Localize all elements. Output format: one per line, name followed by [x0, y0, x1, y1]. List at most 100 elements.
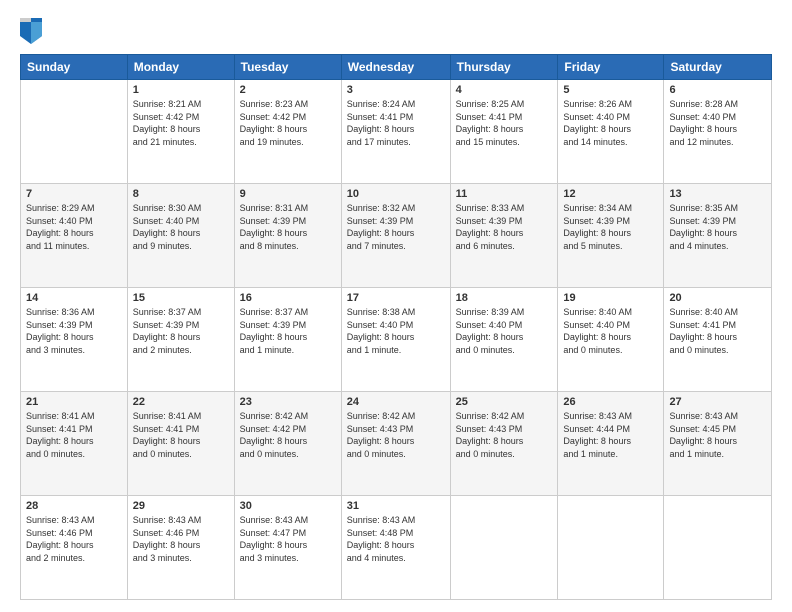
day-info-line: Sunset: 4:39 PM — [456, 215, 553, 228]
day-info-line: Sunrise: 8:31 AM — [240, 202, 336, 215]
day-header-wednesday: Wednesday — [341, 55, 450, 80]
day-number: 18 — [456, 292, 553, 304]
day-info-line: and 1 minute. — [240, 344, 336, 357]
day-number: 2 — [240, 84, 336, 96]
day-info-line: Sunrise: 8:42 AM — [456, 410, 553, 423]
day-number: 22 — [133, 396, 229, 408]
calendar-cell: 24Sunrise: 8:42 AMSunset: 4:43 PMDayligh… — [341, 392, 450, 496]
day-number: 23 — [240, 396, 336, 408]
day-info-line: Sunset: 4:43 PM — [456, 423, 553, 436]
day-info-line: Sunset: 4:41 PM — [456, 111, 553, 124]
day-number: 8 — [133, 188, 229, 200]
calendar-cell: 15Sunrise: 8:37 AMSunset: 4:39 PMDayligh… — [127, 288, 234, 392]
day-info-line: and 7 minutes. — [347, 240, 445, 253]
calendar-table: SundayMondayTuesdayWednesdayThursdayFrid… — [20, 54, 772, 600]
day-info-line: Sunset: 4:41 PM — [133, 423, 229, 436]
day-info-line: and 14 minutes. — [563, 136, 658, 149]
day-info-line: Sunrise: 8:28 AM — [669, 98, 766, 111]
day-number: 30 — [240, 500, 336, 512]
day-info-line: Sunrise: 8:39 AM — [456, 306, 553, 319]
day-info-line: Sunset: 4:40 PM — [669, 111, 766, 124]
day-number: 16 — [240, 292, 336, 304]
day-number: 26 — [563, 396, 658, 408]
day-info-line: Sunrise: 8:41 AM — [26, 410, 122, 423]
day-info-line: Daylight: 8 hours — [240, 123, 336, 136]
calendar-cell: 22Sunrise: 8:41 AMSunset: 4:41 PMDayligh… — [127, 392, 234, 496]
day-info-line: and 0 minutes. — [563, 344, 658, 357]
calendar-cell: 29Sunrise: 8:43 AMSunset: 4:46 PMDayligh… — [127, 496, 234, 600]
day-info-line: Daylight: 8 hours — [133, 539, 229, 552]
day-info-line: Sunrise: 8:21 AM — [133, 98, 229, 111]
day-info-line: Sunrise: 8:30 AM — [133, 202, 229, 215]
day-header-friday: Friday — [558, 55, 664, 80]
day-number: 20 — [669, 292, 766, 304]
day-header-sunday: Sunday — [21, 55, 128, 80]
calendar-cell: 5Sunrise: 8:26 AMSunset: 4:40 PMDaylight… — [558, 80, 664, 184]
day-info-line: Daylight: 8 hours — [240, 331, 336, 344]
day-info-line: Daylight: 8 hours — [347, 123, 445, 136]
calendar-cell: 7Sunrise: 8:29 AMSunset: 4:40 PMDaylight… — [21, 184, 128, 288]
day-info-line: and 17 minutes. — [347, 136, 445, 149]
day-info-line: and 2 minutes. — [26, 552, 122, 565]
day-info-line: Daylight: 8 hours — [26, 227, 122, 240]
day-info-line: and 0 minutes. — [347, 448, 445, 461]
day-info-line: Sunrise: 8:43 AM — [240, 514, 336, 527]
calendar-cell: 26Sunrise: 8:43 AMSunset: 4:44 PMDayligh… — [558, 392, 664, 496]
day-info-line: Sunset: 4:39 PM — [347, 215, 445, 228]
day-info-line: Sunset: 4:39 PM — [133, 319, 229, 332]
day-info-line: Sunrise: 8:37 AM — [133, 306, 229, 319]
day-info-line: and 15 minutes. — [456, 136, 553, 149]
day-number: 27 — [669, 396, 766, 408]
day-info-line: and 3 minutes. — [26, 344, 122, 357]
day-number: 28 — [26, 500, 122, 512]
day-info-line: and 0 minutes. — [669, 344, 766, 357]
day-info-line: and 11 minutes. — [26, 240, 122, 253]
logo — [20, 18, 48, 44]
day-info-line: Daylight: 8 hours — [456, 435, 553, 448]
calendar-cell: 17Sunrise: 8:38 AMSunset: 4:40 PMDayligh… — [341, 288, 450, 392]
day-info-line: Daylight: 8 hours — [240, 435, 336, 448]
day-info-line: Daylight: 8 hours — [563, 227, 658, 240]
calendar-cell: 18Sunrise: 8:39 AMSunset: 4:40 PMDayligh… — [450, 288, 558, 392]
day-info-line: Sunrise: 8:35 AM — [669, 202, 766, 215]
day-header-thursday: Thursday — [450, 55, 558, 80]
day-info-line: Daylight: 8 hours — [456, 123, 553, 136]
day-number: 11 — [456, 188, 553, 200]
day-info-line: and 0 minutes. — [240, 448, 336, 461]
day-info-line: Sunrise: 8:25 AM — [456, 98, 553, 111]
day-info-line: Sunset: 4:41 PM — [26, 423, 122, 436]
calendar-cell: 23Sunrise: 8:42 AMSunset: 4:42 PMDayligh… — [234, 392, 341, 496]
day-info-line: Sunset: 4:47 PM — [240, 527, 336, 540]
day-info-line: Sunrise: 8:43 AM — [347, 514, 445, 527]
day-info-line: Sunset: 4:41 PM — [347, 111, 445, 124]
calendar-cell — [21, 80, 128, 184]
day-info-line: Daylight: 8 hours — [133, 435, 229, 448]
day-info-line: and 4 minutes. — [347, 552, 445, 565]
day-info-line: Sunset: 4:41 PM — [669, 319, 766, 332]
day-info-line: and 2 minutes. — [133, 344, 229, 357]
day-info-line: and 19 minutes. — [240, 136, 336, 149]
calendar-cell: 11Sunrise: 8:33 AMSunset: 4:39 PMDayligh… — [450, 184, 558, 288]
day-info-line: and 4 minutes. — [669, 240, 766, 253]
day-info-line: Daylight: 8 hours — [669, 331, 766, 344]
day-info-line: Daylight: 8 hours — [240, 227, 336, 240]
day-info-line: Sunset: 4:43 PM — [347, 423, 445, 436]
day-header-tuesday: Tuesday — [234, 55, 341, 80]
day-info-line: and 3 minutes. — [133, 552, 229, 565]
calendar-cell: 16Sunrise: 8:37 AMSunset: 4:39 PMDayligh… — [234, 288, 341, 392]
day-number: 12 — [563, 188, 658, 200]
day-info-line: Daylight: 8 hours — [669, 227, 766, 240]
day-info-line: Sunset: 4:40 PM — [563, 319, 658, 332]
day-info-line: Sunset: 4:42 PM — [240, 423, 336, 436]
day-header-monday: Monday — [127, 55, 234, 80]
day-info-line: and 5 minutes. — [563, 240, 658, 253]
day-info-line: Sunset: 4:39 PM — [240, 319, 336, 332]
day-info-line: Sunrise: 8:33 AM — [456, 202, 553, 215]
day-info-line: and 0 minutes. — [456, 448, 553, 461]
calendar-cell: 8Sunrise: 8:30 AMSunset: 4:40 PMDaylight… — [127, 184, 234, 288]
day-info-line: Sunrise: 8:42 AM — [347, 410, 445, 423]
day-info-line: Sunset: 4:40 PM — [26, 215, 122, 228]
calendar-cell: 31Sunrise: 8:43 AMSunset: 4:48 PMDayligh… — [341, 496, 450, 600]
day-info-line: Sunset: 4:40 PM — [456, 319, 553, 332]
day-header-saturday: Saturday — [664, 55, 772, 80]
